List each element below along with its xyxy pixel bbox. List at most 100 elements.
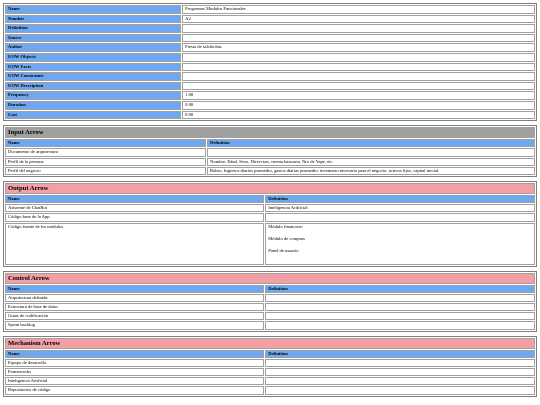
input-arrow-row-name: Perfil del negocio (5, 166, 207, 175)
input-arrow-definition-header: Definition (207, 139, 535, 148)
input-arrow-row-definition (207, 148, 535, 157)
property-value (182, 52, 535, 62)
mechanism-arrow-row-definition (265, 386, 535, 395)
control-arrow-row-name: Estructura de base de datos (5, 302, 265, 312)
mechanism-arrow-row: Frameworks (5, 367, 535, 377)
input-arrow-name-header: Name (5, 139, 207, 148)
input-arrow-row-name: Documento de arquitectura (5, 148, 207, 157)
mechanism-arrow-row-name: Frameworks (5, 367, 265, 377)
control-arrow-table: Control Arrow Name Definition Arquitectu… (3, 270, 537, 332)
property-row: Source (5, 33, 535, 43)
mechanism-arrow-definition-header: Definition (265, 349, 535, 358)
output-arrow-table: Output Arrow Name Definition Asistente d… (3, 180, 537, 267)
mechanism-arrow-row-name: Repositorios de código (5, 386, 265, 395)
property-key: Name (5, 5, 182, 14)
input-arrow-row-definition: Nombre, Edad, Sexo, Direccion, cuenta ba… (207, 157, 535, 166)
property-row: Definition (5, 24, 535, 33)
output-arrow-title: Output Arrow (5, 182, 535, 194)
property-key: Duration (5, 100, 182, 110)
property-key: Author (5, 43, 182, 52)
control-arrow-row-name: Sprint backlog (5, 321, 265, 330)
property-row: Duration 0.00 (5, 100, 535, 110)
output-arrow-row-definition: Módulo financiero Módulo de compras Pane… (265, 222, 535, 265)
control-arrow-section: Control Arrow Name Definition Arquitectu… (3, 270, 537, 332)
property-key: UOW Objects (5, 52, 182, 62)
input-arrow-row: Perfil de la persona Nombre, Edad, Sexo, … (5, 157, 535, 166)
property-row: UOW Facts (5, 62, 535, 72)
output-arrow-section: Output Arrow Name Definition Asistente d… (3, 180, 537, 267)
property-key: Definition (5, 24, 182, 33)
input-arrow-title: Input Arrow (5, 127, 535, 139)
output-arrow-row-definition (265, 213, 535, 222)
property-value: 0.00 (182, 100, 535, 110)
property-value: Programas Modulos Funcionales (182, 5, 535, 14)
output-arrow-row-name: Código fuente de los módulos (5, 222, 265, 265)
mechanism-arrow-row: Equipo de desarrollo (5, 358, 535, 367)
property-key: Source (5, 33, 182, 43)
input-arrow-row-name: Perfil de la persona (5, 157, 207, 166)
control-arrow-row: Sprint backlog (5, 321, 535, 330)
mechanism-arrow-table: Mechanism Arrow Name Definition Equipo d… (3, 335, 537, 397)
property-key: Frequency (5, 91, 182, 100)
output-arrow-definition-header: Definition (265, 194, 535, 204)
output-arrow-row-definition: Inteligencia Artificial (265, 204, 535, 213)
property-key: UOW Constraints (5, 72, 182, 81)
control-arrow-title: Control Arrow (5, 272, 535, 284)
property-value (182, 24, 535, 33)
property-row: Frequency 1.00 (5, 91, 535, 100)
property-value (182, 72, 535, 81)
property-value (182, 62, 535, 72)
output-arrow-name-header: Name (5, 194, 265, 204)
control-arrow-definition-header: Definition (265, 284, 535, 293)
control-arrow-row-definition (265, 321, 535, 330)
mechanism-arrow-row: Inteligencia Artificial (5, 377, 535, 386)
property-row: Author Fiesta de salchichas (5, 43, 535, 52)
property-row: UOW Description (5, 81, 535, 91)
input-arrow-row-definition: Rubro, Ingresos diarios promedio, gastos… (207, 166, 535, 175)
control-arrow-row-definition (265, 302, 535, 312)
output-arrow-row: Asistente de ChatBot Inteligencia Artific… (5, 204, 535, 213)
control-arrow-row-name: Guias de codificación (5, 312, 265, 321)
control-arrow-row: Arquitectura definida (5, 293, 535, 302)
property-key: Cost (5, 110, 182, 120)
mechanism-arrow-name-header: Name (5, 349, 265, 358)
control-arrow-row-definition (265, 293, 535, 302)
mechanism-arrow-row-definition (265, 367, 535, 377)
property-row: UOW Objects (5, 52, 535, 62)
mechanism-arrow-row-name: Inteligencia Artificial (5, 377, 265, 386)
property-key: UOW Facts (5, 62, 182, 72)
input-arrow-table: Input Arrow Name Definition Documento de… (3, 125, 537, 177)
property-key: UOW Description (5, 81, 182, 91)
output-arrow-row: Código base de la App (5, 213, 535, 222)
property-value (182, 81, 535, 91)
mechanism-arrow-row-definition (265, 377, 535, 386)
mechanism-arrow-row-definition (265, 358, 535, 367)
control-arrow-row: Estructura de base de datos (5, 302, 535, 312)
output-module-line: Panel de usuario (268, 247, 299, 253)
control-arrow-row-definition (265, 312, 535, 321)
property-row: UOW Constraints (5, 72, 535, 81)
input-arrow-row: Documento de arquitectura (5, 148, 535, 157)
properties-table: Name Programas Modulos Funcionales Number A… (3, 3, 537, 122)
property-value (182, 33, 535, 43)
control-arrow-name-header: Name (5, 284, 265, 293)
control-arrow-row: Guias de codificación (5, 312, 535, 321)
property-key: Number (5, 14, 182, 24)
property-value: Fiesta de salchichas (182, 43, 535, 52)
output-arrow-row-name: Asistente de ChatBot (5, 204, 265, 213)
mechanism-arrow-row: Repositorios de código (5, 386, 535, 395)
mechanism-arrow-title: Mechanism Arrow (5, 337, 535, 349)
control-arrow-row-name: Arquitectura definida (5, 293, 265, 302)
property-row: Number A2 (5, 14, 535, 24)
output-arrow-row-name: Código base de la App (5, 213, 265, 222)
property-value: A2 (182, 14, 535, 24)
property-value: 0.00 (182, 110, 535, 120)
property-value: 1.00 (182, 91, 535, 100)
mechanism-arrow-section: Mechanism Arrow Name Definition Equipo d… (3, 335, 537, 397)
input-arrow-row: Perfil del negocio Rubro, Ingresos diario… (5, 166, 535, 175)
mechanism-arrow-row-name: Equipo de desarrollo (5, 358, 265, 367)
property-row: Name Programas Modulos Funcionales (5, 5, 535, 14)
property-row: Cost 0.00 (5, 110, 535, 120)
report-page: Name Programas Modulos Funcionales Number A… (3, 3, 537, 397)
input-arrow-section: Input Arrow Name Definition Documento de… (3, 125, 537, 177)
